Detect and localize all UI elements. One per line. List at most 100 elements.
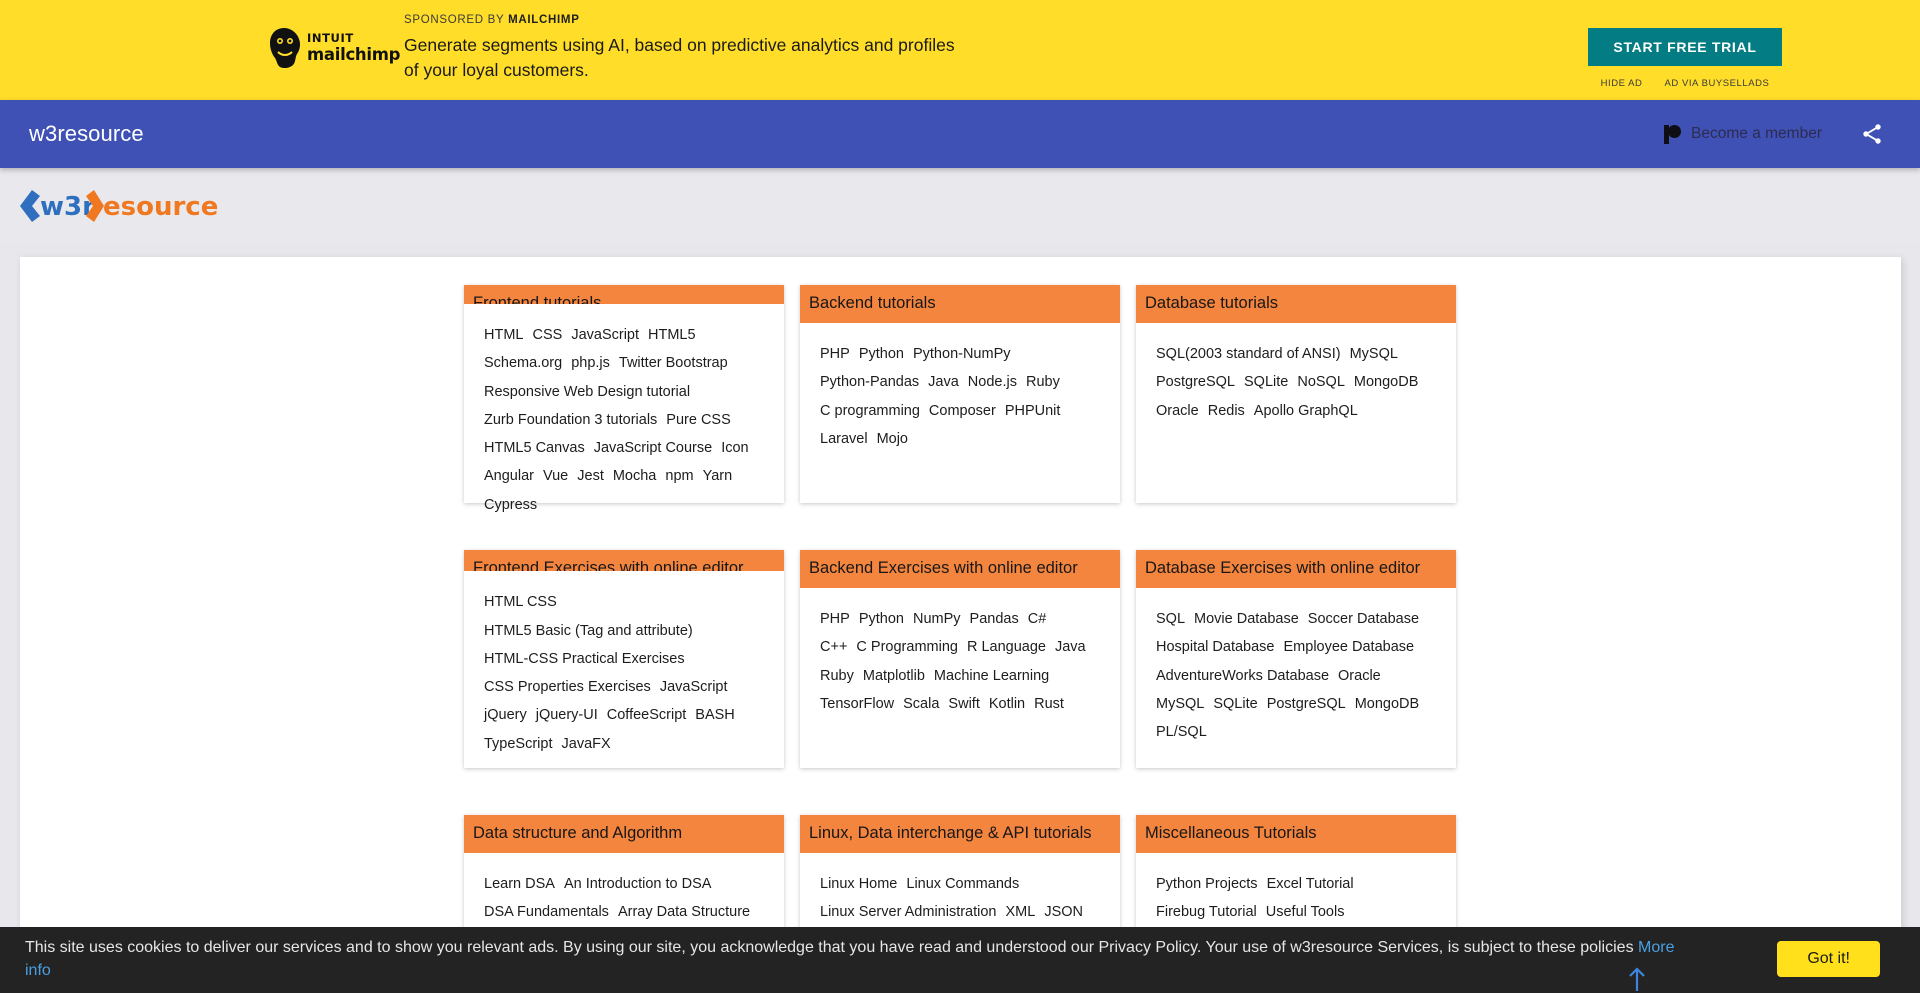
tutorial-link[interactable]: Pandas: [970, 611, 1019, 627]
tutorial-link[interactable]: Icon: [721, 440, 748, 456]
tutorial-link[interactable]: Composer: [929, 403, 996, 419]
tutorial-link[interactable]: HTML5 Canvas: [484, 440, 585, 456]
tutorial-link[interactable]: SQLite: [1244, 374, 1288, 390]
tutorial-link[interactable]: Apollo GraphQL: [1254, 403, 1358, 419]
tutorial-link[interactable]: Zurb Foundation 3 tutorials: [484, 412, 657, 428]
tutorial-link[interactable]: Pure CSS: [666, 412, 730, 428]
tutorial-link[interactable]: Schema.org: [484, 355, 562, 371]
tutorial-link[interactable]: Machine Learning: [934, 668, 1049, 684]
tutorial-link[interactable]: jQuery-UI: [536, 707, 598, 723]
tutorial-link[interactable]: Hospital Database: [1156, 639, 1275, 655]
tutorial-link[interactable]: Python: [859, 346, 904, 362]
tutorial-link[interactable]: NoSQL: [1297, 374, 1345, 390]
tutorial-link[interactable]: SQLite: [1213, 696, 1257, 712]
tutorial-link[interactable]: An Introduction to DSA: [564, 876, 712, 892]
tutorial-link[interactable]: jQuery: [484, 707, 527, 723]
become-a-member-link[interactable]: Become a member: [1664, 124, 1822, 144]
tutorial-link[interactable]: Rust: [1034, 696, 1064, 712]
tutorial-link[interactable]: JavaScript: [660, 679, 728, 695]
tutorial-link[interactable]: Employee Database: [1284, 639, 1415, 655]
nav-brand-w3resource[interactable]: w3resource: [29, 121, 144, 147]
tutorial-link[interactable]: HTML5 Basic (Tag and attribute): [484, 623, 693, 639]
tutorial-link[interactable]: Angular: [484, 468, 534, 484]
tutorial-link[interactable]: CoffeeScript: [607, 707, 687, 723]
tutorial-link[interactable]: C programming: [820, 403, 920, 419]
tutorial-link[interactable]: Java: [928, 374, 959, 390]
tutorial-link[interactable]: SQL: [1156, 611, 1185, 627]
tutorial-link[interactable]: PostgreSQL: [1267, 696, 1346, 712]
tutorial-link[interactable]: Java: [1055, 639, 1086, 655]
tutorial-link[interactable]: HTML-CSS Practical Exercises: [484, 651, 685, 667]
tutorial-link[interactable]: CSS Properties Exercises: [484, 679, 651, 695]
tutorial-link[interactable]: HTML5: [648, 327, 696, 343]
tutorial-link[interactable]: Twitter Bootstrap: [619, 355, 728, 371]
tutorial-link[interactable]: Firebug Tutorial: [1156, 904, 1257, 920]
tutorial-link[interactable]: Soccer Database: [1308, 611, 1419, 627]
tutorial-link[interactable]: Learn DSA: [484, 876, 555, 892]
tutorial-link[interactable]: Mojo: [877, 431, 908, 447]
tutorial-link[interactable]: PHPUnit: [1005, 403, 1061, 419]
tutorial-link[interactable]: Linux Home: [820, 876, 897, 892]
tutorial-link[interactable]: NumPy: [913, 611, 961, 627]
tutorial-link[interactable]: MongoDB: [1355, 696, 1419, 712]
hide-ad-link[interactable]: HIDE AD: [1601, 78, 1643, 89]
tutorial-link[interactable]: Linux Commands: [906, 876, 1019, 892]
tutorial-link[interactable]: Useful Tools: [1266, 904, 1345, 920]
tutorial-link[interactable]: npm: [665, 468, 693, 484]
tutorial-link[interactable]: Node.js: [968, 374, 1017, 390]
tutorial-link[interactable]: HTML CSS: [484, 594, 557, 610]
main-content-scroll-area[interactable]: Frontend tutorials HTML CSS JavaScript HTML5…: [0, 244, 1920, 993]
tutorial-link[interactable]: JSON: [1044, 904, 1083, 920]
tutorial-link[interactable]: Oracle: [1156, 403, 1199, 419]
tutorial-link[interactable]: CSS: [532, 327, 562, 343]
tutorial-link[interactable]: Excel Tutorial: [1267, 876, 1354, 892]
tutorial-link[interactable]: C Programming: [856, 639, 958, 655]
tutorial-link[interactable]: PHP: [820, 611, 850, 627]
tutorial-link[interactable]: Mocha: [613, 468, 657, 484]
tutorial-link[interactable]: C#: [1028, 611, 1047, 627]
tutorial-link[interactable]: Python Projects: [1156, 876, 1258, 892]
tutorial-link[interactable]: Ruby: [820, 668, 854, 684]
tutorial-link[interactable]: SQL(2003 standard of ANSI): [1156, 346, 1341, 362]
tutorial-link[interactable]: PL/SQL: [1156, 724, 1207, 740]
share-icon[interactable]: [1860, 122, 1884, 146]
tutorial-link[interactable]: XML: [1006, 904, 1036, 920]
tutorial-link[interactable]: Scala: [903, 696, 939, 712]
tutorial-link[interactable]: Responsive Web Design tutorial: [484, 384, 690, 400]
tutorial-link[interactable]: Cypress: [484, 497, 537, 513]
tutorial-link[interactable]: JavaFX: [562, 736, 611, 752]
tutorial-link[interactable]: JavaScript: [571, 327, 639, 343]
tutorial-link[interactable]: MySQL: [1156, 696, 1204, 712]
tutorial-link[interactable]: HTML: [484, 327, 523, 343]
tutorial-link[interactable]: R Language: [967, 639, 1046, 655]
tutorial-link[interactable]: Laravel: [820, 431, 868, 447]
tutorial-link[interactable]: Matplotlib: [863, 668, 925, 684]
tutorial-link[interactable]: MySQL: [1350, 346, 1398, 362]
tutorial-link[interactable]: DSA Fundamentals: [484, 904, 609, 920]
start-free-trial-button[interactable]: START FREE TRIAL: [1588, 28, 1782, 66]
tutorial-link[interactable]: PHP: [820, 346, 850, 362]
tutorial-link[interactable]: JavaScript Course: [594, 440, 712, 456]
tutorial-link[interactable]: PostgreSQL: [1156, 374, 1235, 390]
ad-via-buysellads-link[interactable]: AD VIA BUYSELLADS: [1664, 78, 1769, 89]
tutorial-link[interactable]: Oracle: [1338, 668, 1381, 684]
tutorial-link[interactable]: Redis: [1208, 403, 1245, 419]
tutorial-link[interactable]: Swift: [948, 696, 979, 712]
tutorial-link[interactable]: php.js: [571, 355, 610, 371]
scroll-to-top-arrow-icon[interactable]: [1624, 966, 1650, 992]
tutorial-link[interactable]: Array Data Structure: [618, 904, 750, 920]
tutorial-link[interactable]: TensorFlow: [820, 696, 894, 712]
tutorial-link[interactable]: TypeScript: [484, 736, 553, 752]
got-it-button[interactable]: Got it!: [1777, 941, 1880, 977]
tutorial-link[interactable]: Yarn: [703, 468, 733, 484]
tutorial-link[interactable]: Python-Pandas: [820, 374, 919, 390]
tutorial-link[interactable]: AdventureWorks Database: [1156, 668, 1329, 684]
tutorial-link[interactable]: Movie Database: [1194, 611, 1299, 627]
tutorial-link[interactable]: Python: [859, 611, 904, 627]
tutorial-link[interactable]: Ruby: [1026, 374, 1060, 390]
tutorial-link[interactable]: Vue: [543, 468, 568, 484]
tutorial-link[interactable]: BASH: [695, 707, 735, 723]
tutorial-link[interactable]: Python-NumPy: [913, 346, 1011, 362]
tutorial-link[interactable]: C++: [820, 639, 847, 655]
tutorial-link[interactable]: Linux Server Administration: [820, 904, 997, 920]
